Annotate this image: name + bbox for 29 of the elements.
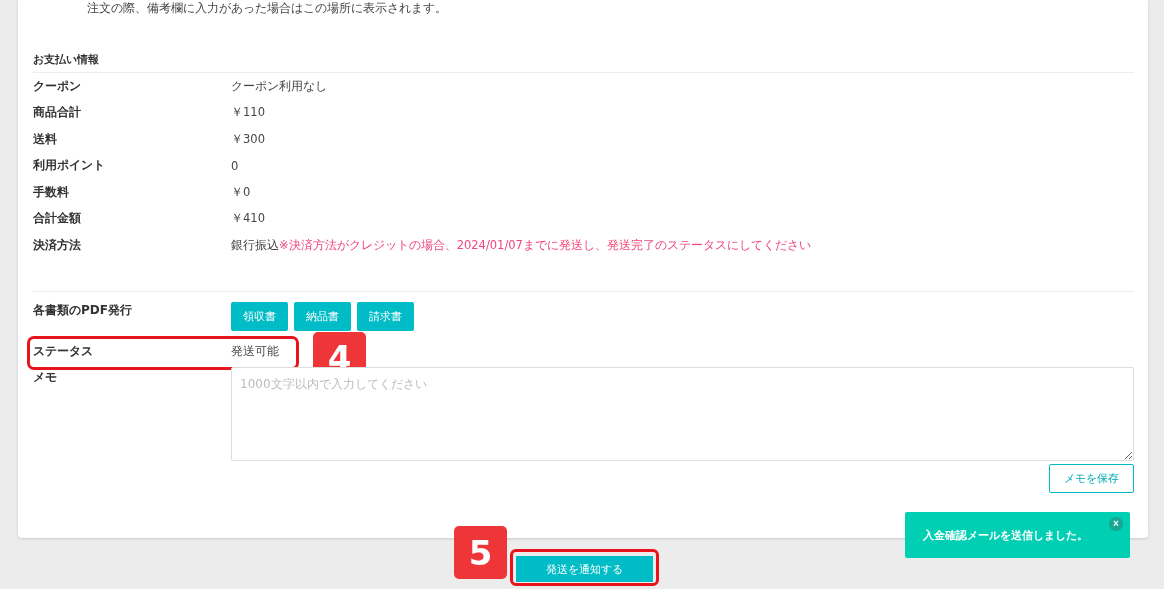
- pdf-button[interactable]: 納品書: [294, 301, 351, 331]
- warning-text: ※決済方法がクレジットの場合、2024/01/07までに発送し、発送完了のステータスにしてください: [279, 237, 811, 252]
- field-label: ステータス: [33, 343, 94, 360]
- field-value: ￥0: [231, 184, 251, 199]
- field-label: 合計金額: [33, 210, 82, 228]
- field-label: メモ: [33, 368, 58, 386]
- toast-message: 入金確認メールを送信しました。: [923, 527, 1088, 543]
- field-label: 決済方法: [33, 236, 82, 254]
- field-label: 送料: [33, 130, 58, 148]
- save-memo-button[interactable]: メモを保存: [1049, 463, 1134, 493]
- field-label: 各書類のPDF発行: [33, 301, 133, 319]
- close-button[interactable]: ×: [1109, 517, 1123, 531]
- notify-button[interactable]: 発送を通知する: [516, 556, 653, 582]
- field-label: 商品合計: [33, 104, 82, 122]
- field-value: クーポン利用なし: [231, 78, 327, 93]
- field-value: 0: [231, 158, 239, 173]
- field-label: 利用ポイント: [33, 157, 106, 175]
- field-value: 銀行振込: [231, 237, 279, 252]
- pdf-button[interactable]: 請求書: [357, 301, 414, 331]
- field-value: ￥300: [231, 131, 265, 146]
- status-value: 発送可能: [231, 344, 279, 358]
- section-title: お支払い情報: [33, 52, 99, 68]
- pdf-button[interactable]: 領収書: [231, 301, 288, 331]
- field-value: ￥110: [231, 105, 265, 120]
- note-text: 注文の際、備考欄に入力があった場合はこの場所に表示されます。: [86, 0, 447, 17]
- field-label: 手数料: [33, 183, 70, 201]
- step-badge: 5: [454, 526, 507, 579]
- field-value: ￥410: [231, 211, 265, 226]
- field-label: クーポン: [33, 77, 82, 95]
